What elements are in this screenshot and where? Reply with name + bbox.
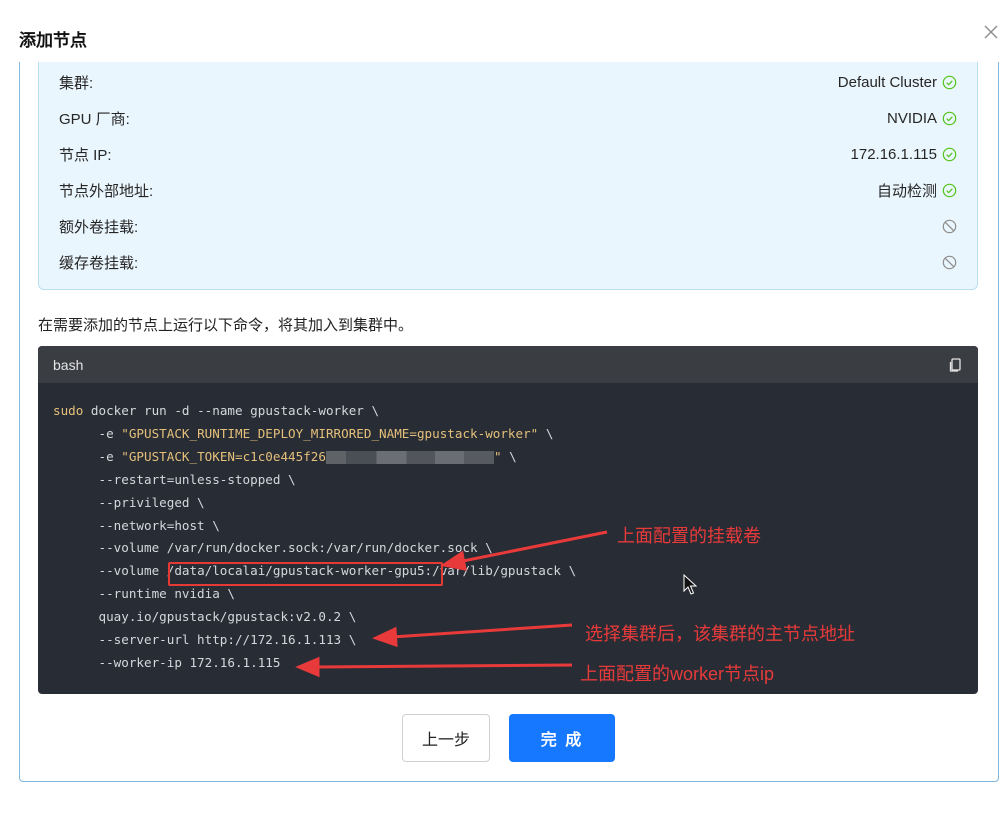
code-line: --runtime nvidia \ (53, 586, 235, 602)
summary-value: Default Cluster (837, 73, 937, 91)
previous-step-button[interactable]: 上一步 (402, 714, 490, 762)
code-line: --volume /data/localai/gpustack-worker-g… (53, 563, 577, 579)
summary-value: NVIDIA (886, 109, 937, 127)
annotation-volume: 上面配置的挂载卷 (617, 526, 761, 546)
instruction-text: 在需要添加的节点上运行以下命令，将其加入到集群中。 (38, 317, 414, 334)
summary-label: 额外卷挂载: (59, 218, 139, 236)
disabled-icon (942, 255, 957, 269)
code-line: --volume /var/run/docker.sock:/var/run/d… (53, 540, 493, 556)
mouse-cursor-icon (683, 574, 698, 595)
copy-icon[interactable] (948, 357, 964, 373)
disabled-icon (942, 219, 957, 233)
volume-path: /data/localai/gpustack-worker-gpu5 (166, 563, 425, 579)
summary-label: GPU 厂商: (59, 110, 130, 128)
annotation-worker: 上面配置的worker节点ip (580, 664, 775, 684)
redacted-token (325, 450, 494, 464)
code-line: -e "GPUSTACK_TOKEN=c1c0e445f26 " \ (53, 448, 517, 464)
summary-row-external-address: 节点外部地址: 自动检测 (59, 178, 957, 202)
code-line: --worker-ip 172.16.1.115 (53, 654, 281, 670)
check-circle-icon (942, 111, 957, 125)
summary-label: 集群: (59, 74, 94, 92)
code-line: --restart=unless-stopped \ (53, 471, 296, 487)
check-circle-icon (942, 147, 957, 161)
modal-title: 添加节点 (19, 31, 87, 50)
summary-row-gpu-vendor: GPU 厂商: NVIDIA (59, 106, 957, 130)
summary-panel: 集群: Default Cluster GPU 厂商: NVIDIA 节点 IP… (38, 62, 978, 290)
code-line: --privileged \ (53, 494, 205, 510)
code-line: -e "GPUSTACK_RUNTIME_DEPLOY_MIRRORED_NAM… (53, 425, 554, 441)
summary-label: 缓存卷挂载: (59, 254, 139, 272)
code-line: sudo docker run -d --name gpustack-worke… (53, 403, 380, 418)
code-line: --network=host \ (53, 517, 220, 533)
check-circle-icon (942, 75, 957, 89)
summary-row-cache-volume: 缓存卷挂载: (59, 250, 957, 274)
code-header: bash (38, 346, 978, 383)
summary-label: 节点 IP: (59, 146, 112, 164)
summary-value: 172.16.1.115 (850, 145, 937, 163)
done-button[interactable]: 完 成 (509, 714, 615, 762)
check-circle-icon (942, 183, 957, 197)
summary-row-extra-volume: 额外卷挂载: (59, 214, 957, 238)
summary-row-node-ip: 节点 IP: 172.16.1.115 (59, 142, 957, 166)
summary-value: 自动检测 (876, 182, 937, 200)
annotation-server: 选择集群后，该集群的主节点地址 (585, 624, 855, 644)
summary-label: 节点外部地址: (59, 182, 154, 200)
close-icon (984, 25, 998, 39)
summary-row-cluster: 集群: Default Cluster (59, 70, 957, 94)
code-language: bash (53, 356, 84, 373)
close-button[interactable] (982, 23, 1004, 45)
